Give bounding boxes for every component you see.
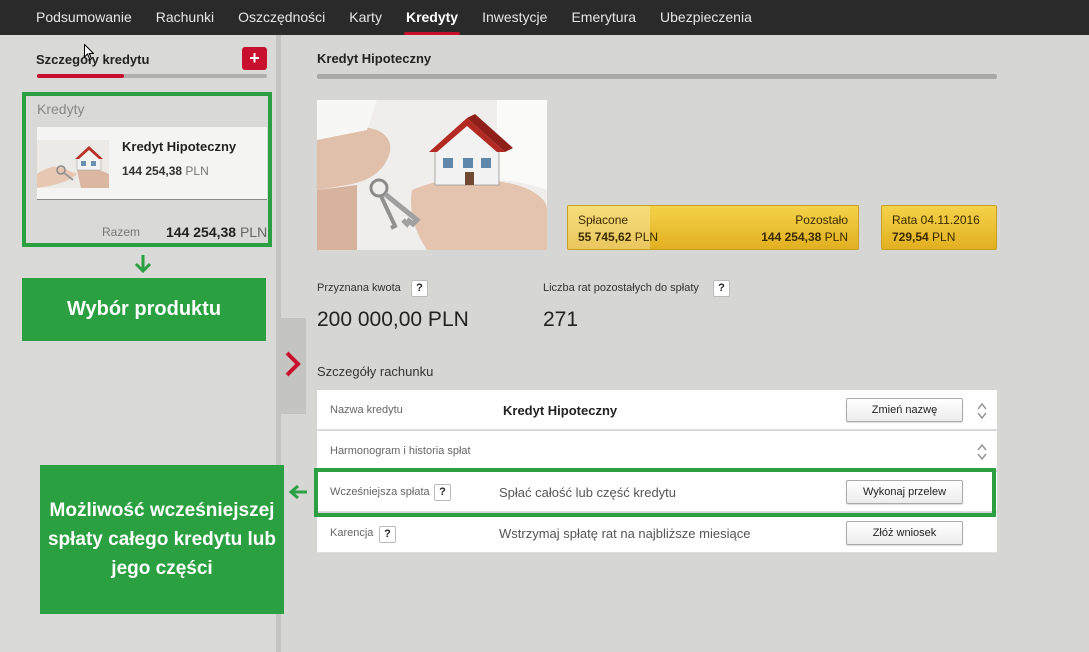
title-underline — [317, 74, 997, 79]
details-row-schedule[interactable]: Harmonogram i historia spłat — [317, 431, 997, 471]
arrow-down-icon — [134, 255, 152, 274]
loan-name-value: Kredyt Hipoteczny — [503, 403, 618, 418]
expand-toggle-icon[interactable] — [977, 402, 987, 420]
details-row-name: Nazwa kredytu Kredyt Hipoteczny Zmień na… — [317, 390, 997, 430]
early-repayment-callout: Możliwość wcześniejszej spłaty całego kr… — [40, 465, 284, 614]
nav-inwestycje[interactable]: Inwestycje — [482, 0, 547, 35]
paid-value: 55 745,62 PLN — [578, 230, 659, 244]
product-choice-callout: Wybór produktu — [22, 278, 266, 341]
nav-karty[interactable]: Karty — [349, 0, 382, 35]
chevron-right-icon[interactable] — [284, 350, 302, 378]
row-description: Wstrzymaj spłatę rat na najbliższe miesi… — [499, 526, 751, 541]
sidebar-progress-track — [37, 74, 267, 78]
sum-value: 144 254,38 PLN — [166, 224, 268, 240]
granted-amount-value: 200 000,00 PLN — [317, 308, 469, 331]
installment-label: Rata 04.11.2016 — [892, 213, 980, 227]
installment-box: Rata 04.11.2016 729,54 PLN — [881, 205, 997, 250]
help-grace-period-button[interactable]: ? — [379, 526, 396, 543]
remaining-installments-label: Liczba rat pozostałych do spłaty — [543, 282, 699, 294]
top-navigation: Podsumowanie Rachunki Oszczędności Karty… — [0, 0, 1089, 35]
sidebar-progress-fill — [37, 74, 125, 78]
nav-ubezpieczenia[interactable]: Ubezpieczenia — [660, 0, 752, 35]
loan-name: Kredyt Hipoteczny — [122, 139, 237, 154]
nav-kredyty[interactable]: Kredyty — [403, 0, 461, 35]
arrow-left-icon — [288, 484, 307, 500]
rename-button[interactable]: Zmień nazwę — [846, 398, 963, 422]
nav-rachunki[interactable]: Rachunki — [156, 0, 214, 35]
row-label: Nazwa kredytu — [330, 404, 403, 416]
loans-label: Kredyty — [37, 101, 85, 117]
details-row-grace-period: Karencja ? Wstrzymaj spłatę rat na najbl… — [317, 513, 997, 553]
loan-amount: 144 254,38 PLN — [122, 164, 209, 178]
submit-application-button[interactable]: Złóż wniosek — [846, 521, 963, 545]
row-label: Harmonogram i historia spłat — [330, 445, 471, 457]
loan-card[interactable]: Kredyt Hipoteczny 144 254,38 PLN — [37, 127, 267, 200]
remaining-label: Pozostało — [795, 213, 848, 227]
nav-podsumowanie[interactable]: Podsumowanie — [36, 0, 132, 35]
early-repayment-highlight-frame — [314, 468, 996, 517]
remaining-value: 144 254,38 PLN — [761, 230, 848, 244]
remaining-installments-value: 271 — [543, 308, 579, 331]
sum-label: Razem — [102, 225, 141, 239]
help-installments-button[interactable]: ? — [713, 280, 730, 297]
page-title: Kredyt Hipoteczny — [317, 51, 432, 66]
nav-emerytura[interactable]: Emerytura — [571, 0, 636, 35]
add-loan-button[interactable]: + — [242, 47, 267, 70]
row-label: Karencja — [330, 527, 374, 539]
installment-value: 729,54 PLN — [892, 230, 956, 244]
mouse-cursor-icon — [84, 44, 94, 60]
paid-label: Spłacone — [578, 213, 629, 227]
loan-thumbnail-image — [37, 140, 109, 188]
nav-oszczednosci[interactable]: Oszczędności — [238, 0, 325, 35]
house-keys-image — [317, 100, 547, 250]
expand-toggle-icon[interactable] — [977, 443, 987, 461]
account-details-title: Szczegóły rachunku — [317, 364, 434, 379]
help-granted-button[interactable]: ? — [411, 280, 428, 297]
repayment-summary-box: Spłacone 55 745,62 PLN Pozostało 144 254… — [567, 205, 859, 250]
granted-amount-label: Przyznana kwota — [317, 282, 401, 294]
